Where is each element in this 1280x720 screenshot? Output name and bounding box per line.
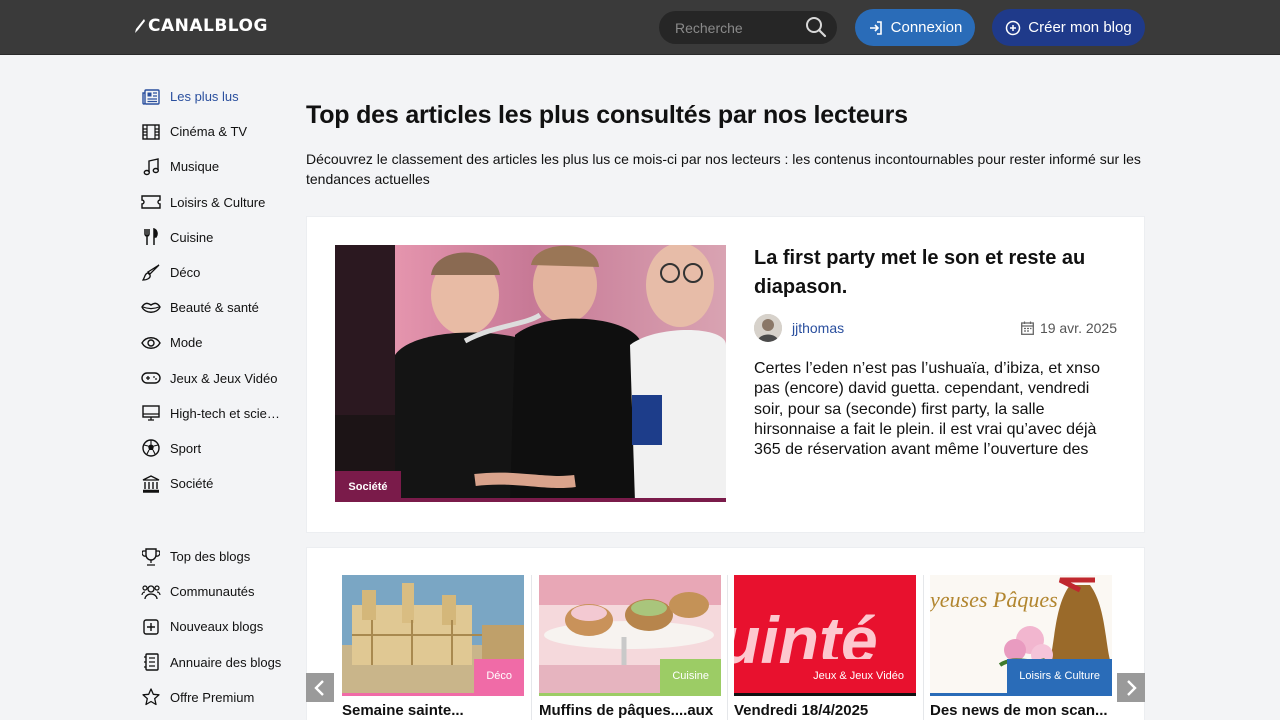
top-navbar: CANALBLOG Connexion Créer mon blog [0, 0, 1280, 55]
article-card-title[interactable]: Vendredi 18/4/2025 [734, 702, 916, 719]
category-badge[interactable]: Déco [474, 659, 524, 693]
category-badge[interactable]: Jeux & Jeux Vidéo [801, 659, 916, 693]
category-badge[interactable]: Cuisine [660, 659, 721, 693]
create-blog-button[interactable]: Créer mon blog [992, 9, 1145, 46]
institution-icon [140, 474, 162, 494]
monitor-icon [140, 403, 162, 423]
paintbrush-icon [140, 263, 162, 283]
star-icon [140, 687, 162, 707]
category-badge[interactable]: Société [335, 471, 401, 502]
eye-icon [140, 333, 162, 353]
pen-nib-icon [135, 19, 145, 33]
newspaper-icon [140, 87, 162, 107]
author-info[interactable]: jjthomas [754, 314, 844, 342]
article-date: 19 avr. 2025 [1020, 320, 1117, 336]
sign-in-icon [869, 20, 882, 35]
featured-article-title[interactable]: La first party met le son et reste au di… [754, 244, 1114, 302]
sidebar-item-loisirs-culture[interactable]: Loisirs & Culture [140, 185, 290, 220]
article-card-title[interactable]: Semaine sainte... [342, 702, 524, 719]
plus-square-icon [140, 617, 162, 637]
article-card-title[interactable]: Des news de mon scan... [930, 702, 1112, 719]
sidebar-item-mode[interactable]: Mode [140, 325, 290, 360]
search-box[interactable] [659, 11, 837, 44]
search-icon[interactable] [805, 16, 827, 38]
plus-circle-icon [1006, 20, 1021, 35]
category-badge[interactable]: Loisirs & Culture [1007, 659, 1112, 693]
soccer-ball-icon [140, 438, 162, 458]
featured-article-card[interactable]: Société La first party met le son et res… [306, 216, 1145, 533]
author-name[interactable]: jjthomas [792, 320, 844, 336]
trophy-icon [140, 547, 162, 567]
article-thumbnail[interactable]: Déco [342, 575, 524, 696]
sidebar-item-top-blogs[interactable]: Top des blogs [140, 539, 290, 574]
sidebar-item-cinema-tv[interactable]: Cinéma & TV [140, 114, 290, 149]
film-icon [140, 122, 162, 142]
utensils-icon [140, 227, 162, 247]
canalblog-logo[interactable]: CANALBLOG [134, 12, 268, 40]
card-divider [531, 575, 532, 720]
carousel-next-button[interactable] [1117, 673, 1145, 702]
card-divider [727, 575, 728, 720]
sidebar-item-societe[interactable]: Société [140, 466, 290, 501]
gamepad-icon [140, 368, 162, 388]
carousel-prev-button[interactable] [306, 673, 334, 702]
lips-icon [140, 298, 162, 318]
article-card[interactable]: Déco Semaine sainte... [342, 575, 524, 719]
article-card[interactable]: yeuses Pâques Loisirs & Culture Des news… [930, 575, 1112, 719]
music-note-icon [140, 157, 162, 177]
sidebar-item-sport[interactable]: Sport [140, 431, 290, 466]
card-divider [923, 575, 924, 720]
sidebar-item-deco[interactable]: Déco [140, 255, 290, 290]
sidebar-item-communautes[interactable]: Communautés [140, 574, 290, 609]
article-excerpt: Certes l’eden n’est pas l’ushuaïa, d’ibi… [754, 360, 1100, 459]
directory-icon [140, 652, 162, 672]
article-card-title[interactable]: Muffins de pâques....aux [539, 702, 721, 719]
login-button[interactable]: Connexion [855, 9, 975, 46]
thumbnail-text: yeuses Pâques [930, 587, 1058, 612]
sidebar-item-nouveaux-blogs[interactable]: Nouveaux blogs [140, 609, 290, 644]
calendar-icon [1020, 321, 1034, 335]
avatar[interactable] [754, 314, 782, 342]
sidebar-item-jeux[interactable]: Jeux & Jeux Vidéo [140, 361, 290, 396]
article-card[interactable]: uinté Jeux & Jeux Vidéo Vendredi 18/4/20… [734, 575, 916, 719]
featured-article-image[interactable] [335, 245, 726, 502]
sidebar-item-high-tech[interactable]: High-tech et scien... [140, 396, 290, 431]
sidebar-item-offre-premium[interactable]: Offre Premium [140, 680, 290, 715]
article-thumbnail[interactable]: Cuisine [539, 575, 721, 696]
secondary-sidebar: Top des blogs Communautés Nouveaux blogs… [140, 539, 290, 715]
article-thumbnail[interactable]: uinté Jeux & Jeux Vidéo [734, 575, 916, 696]
page-title: Top des articles les plus consultés par … [306, 101, 908, 129]
article-thumbnail[interactable]: yeuses Pâques Loisirs & Culture [930, 575, 1112, 696]
articles-carousel: Déco Semaine sainte... Cuisine Muffins d… [306, 547, 1145, 720]
sidebar-item-cuisine[interactable]: Cuisine [140, 220, 290, 255]
search-input[interactable] [659, 19, 799, 36]
chevron-right-icon [1127, 679, 1137, 696]
sidebar-item-musique[interactable]: Musique [140, 149, 290, 184]
article-card[interactable]: Cuisine Muffins de pâques....aux [539, 575, 721, 719]
sidebar-item-beaute-sante[interactable]: Beauté & santé [140, 290, 290, 325]
ticket-icon [140, 192, 162, 212]
chevron-left-icon [314, 679, 324, 696]
sidebar-item-annuaire[interactable]: Annuaire des blogs [140, 645, 290, 680]
page-description: Découvrez le classement des articles les… [306, 151, 1141, 187]
users-icon [140, 582, 162, 602]
sidebar-item-les-plus-lus[interactable]: Les plus lus [140, 79, 290, 114]
category-sidebar: Les plus lus Cinéma & TV Musique Loisirs… [140, 79, 290, 501]
